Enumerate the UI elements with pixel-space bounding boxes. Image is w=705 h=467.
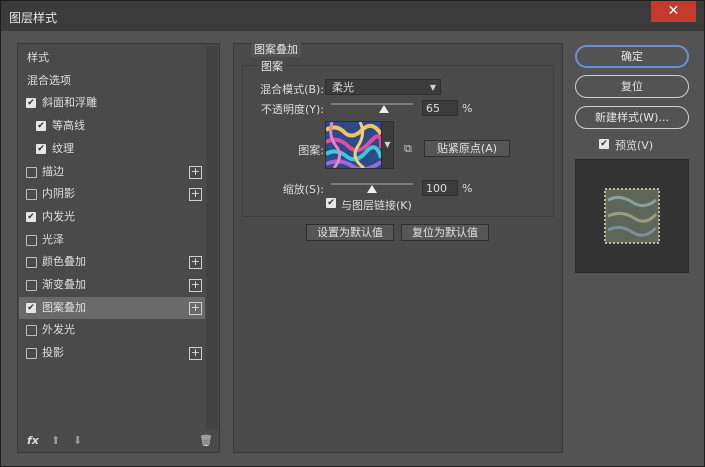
- style-label: 光泽: [42, 232, 64, 246]
- style-checkbox[interactable]: ✔: [36, 121, 46, 132]
- style-checkbox[interactable]: [26, 234, 37, 246]
- preview-label: 预览(V): [615, 139, 654, 152]
- style-label: 内发光: [42, 209, 75, 223]
- styles-list-item[interactable]: 渐变叠加 +: [19, 274, 205, 296]
- style-label: 等高线: [52, 119, 85, 133]
- blend-mode-value: 柔光: [332, 81, 354, 94]
- make-default-button[interactable]: 设置为默认值: [306, 224, 394, 241]
- styles-list-item[interactable]: ✔ 图案叠加 +: [19, 296, 205, 319]
- style-checkbox[interactable]: [26, 166, 37, 178]
- style-label: 渐变叠加: [42, 278, 86, 291]
- window-title: 图层样式: [9, 11, 58, 25]
- reset-button[interactable]: 复位: [575, 75, 689, 98]
- link-with-layer-checkbox[interactable]: ✔: [326, 198, 336, 208]
- style-label: 图案叠加: [42, 300, 86, 314]
- style-checkbox[interactable]: [26, 257, 37, 269]
- style-label: 颜色叠加: [42, 255, 86, 269]
- new-style-button[interactable]: 新建样式(W)...: [575, 106, 689, 129]
- style-label: 内阴影: [42, 187, 75, 201]
- styles-list-panel: 样式 混合选项 ✔ 斜面和浮雕 ✔ 等高线 ✔ 纹理 描边 + 内阴影 + ✔ 内发光 光泽 颜色叠加 + 渐变叠…: [17, 43, 220, 453]
- opacity-field[interactable]: 65: [422, 100, 458, 116]
- blend-mode-select[interactable]: 柔光 ▼: [325, 79, 441, 95]
- styles-scrollbar[interactable]: [206, 46, 218, 430]
- style-label: 投影: [42, 346, 64, 360]
- style-checkbox[interactable]: [26, 189, 37, 201]
- styles-list-item[interactable]: 外发光: [19, 319, 205, 341]
- reset-to-default-button[interactable]: 复位为默认值: [401, 224, 489, 241]
- add-style-icon[interactable]: +: [189, 256, 202, 270]
- opacity-slider-thumb[interactable]: [379, 105, 390, 113]
- group-title: 图案: [258, 58, 286, 74]
- ok-button[interactable]: 确定: [575, 45, 689, 68]
- styles-list-item[interactable]: ✔ 纹理: [19, 138, 205, 160]
- section-title: 图案叠加: [251, 41, 301, 57]
- blend-mode-label: 混合模式(B):: [260, 83, 324, 96]
- style-checkbox[interactable]: [26, 280, 37, 291]
- styles-list-item[interactable]: 混合选项: [19, 70, 205, 92]
- title-bar[interactable]: 图层样式 ✕: [1, 1, 704, 31]
- preview-thumbnail: [575, 159, 689, 273]
- add-style-icon[interactable]: +: [189, 301, 202, 315]
- styles-list-item[interactable]: ✔ 斜面和浮雕: [19, 92, 205, 114]
- fx-button[interactable]: fx: [27, 434, 39, 447]
- scale-field[interactable]: 100: [422, 180, 458, 196]
- styles-list-item[interactable]: 投影 +: [19, 342, 205, 364]
- styles-list-item[interactable]: ✔ 内发光: [19, 206, 205, 228]
- style-label: 斜面和浮雕: [42, 96, 97, 110]
- opacity-label: 不透明度(Y):: [260, 103, 324, 116]
- pattern-swatch[interactable]: [324, 121, 384, 172]
- add-style-icon[interactable]: +: [189, 188, 202, 202]
- style-label: 混合选项: [27, 73, 71, 87]
- style-checkbox[interactable]: ✔: [26, 302, 36, 313]
- style-label: 纹理: [52, 141, 74, 155]
- style-checkbox[interactable]: ✔: [36, 143, 46, 154]
- add-style-icon[interactable]: +: [189, 347, 202, 361]
- opacity-slider-track[interactable]: [331, 103, 413, 105]
- new-preset-icon[interactable]: ⧉: [404, 142, 412, 156]
- scale-percent: %: [462, 182, 473, 195]
- link-with-layer-label: 与图层链接(K): [341, 199, 412, 212]
- style-checkbox[interactable]: [26, 348, 37, 360]
- styles-list-item[interactable]: 光泽: [19, 229, 205, 251]
- pattern-label: 图案:: [298, 144, 324, 157]
- snap-to-origin-button[interactable]: 贴紧原点(A): [424, 140, 510, 157]
- add-style-icon[interactable]: +: [189, 165, 202, 179]
- pattern-picker-dropdown[interactable]: ▼: [381, 121, 394, 169]
- arrow-down-icon[interactable]: ⬇: [73, 434, 82, 447]
- styles-list-item[interactable]: 描边 +: [19, 161, 205, 183]
- styles-list-item[interactable]: 内阴影 +: [19, 183, 205, 205]
- styles-list-item[interactable]: 样式: [19, 47, 205, 69]
- scale-label: 缩放(S):: [282, 183, 324, 196]
- pattern-thumbnail: [324, 121, 384, 172]
- style-label: 样式: [27, 51, 49, 64]
- style-label: 外发光: [42, 323, 75, 337]
- preview-checkbox[interactable]: ✔: [599, 139, 609, 149]
- scale-slider-thumb[interactable]: [367, 185, 377, 193]
- trash-icon[interactable]: 🗑: [199, 434, 213, 447]
- style-checkbox[interactable]: [26, 325, 37, 337]
- close-button[interactable]: ✕: [651, 1, 696, 22]
- style-checkbox[interactable]: ✔: [26, 211, 36, 222]
- style-label: 描边: [42, 164, 64, 178]
- layer-style-dialog: 图层样式 ✕ 样式混合选项 ✔ 斜面和浮雕 ✔ 等高线 ✔ 纹理描边 + 内阴影 + ✔ 内发光光泽颜…: [0, 0, 705, 467]
- chevron-down-icon: ▼: [429, 83, 436, 92]
- add-style-icon[interactable]: +: [189, 279, 202, 292]
- styles-bottom-bar: fx ⬆ ⬇ 🗑: [19, 430, 219, 452]
- style-checkbox[interactable]: ✔: [26, 98, 36, 109]
- preview-swatch: [604, 188, 660, 244]
- styles-list-item[interactable]: ✔ 等高线: [19, 115, 205, 137]
- opacity-percent: %: [462, 102, 473, 115]
- styles-list-item[interactable]: 颜色叠加 +: [19, 251, 205, 273]
- pattern-overlay-panel: 图案叠加 图案 混合模式(B): 柔光 ▼ 不透明度(Y): 65 % 图案: …: [233, 41, 563, 453]
- arrow-up-icon[interactable]: ⬆: [51, 434, 60, 447]
